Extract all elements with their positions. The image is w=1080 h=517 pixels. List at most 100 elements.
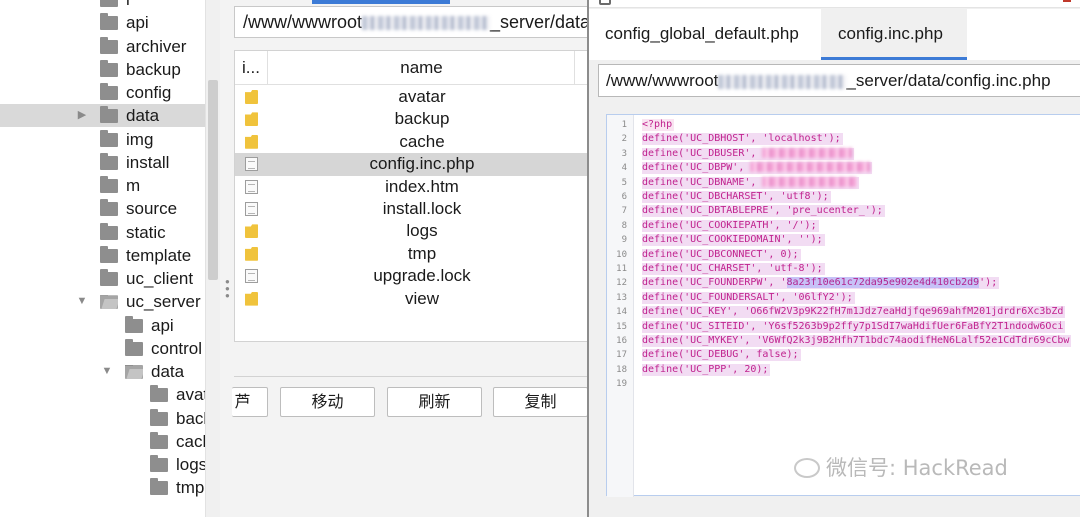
tree-item[interactable]: archiver [0,35,205,58]
code-line: define('UC_FOUNDERPW', '8a23f10e61c72da9… [642,277,1000,290]
file-row[interactable]: avatar [235,86,591,108]
selected-password-hash[interactable]: 8a23f10e61c72da95e902e4d410cb2d9 [786,277,980,289]
wechat-watermark: 微信号: HackRead [794,452,1008,482]
tree-item-label: tmp [176,478,205,498]
folder-open-icon [125,365,143,379]
file-row[interactable]: tmp [235,243,591,265]
code-text: <?php [642,119,673,130]
tree-item[interactable]: logs [0,453,207,476]
tree-item[interactable]: tmp [0,476,205,499]
file-name: view [404,288,439,308]
tree-item-label: backup [126,59,181,79]
tree-item[interactable]: bacl [0,407,207,430]
panel-splitter[interactable]: ● ● ● [220,0,234,517]
editor-path-field[interactable]: /www/wwwroot _server/data/config.inc.php [598,64,1080,97]
code-line: define('UC_PPP', 20); [642,363,771,376]
tree-scrollbar-thumb[interactable] [208,80,218,280]
folder-icon [100,36,118,54]
code-text: define('UC_DBPW', [642,162,751,174]
code-text: define('UC_SITEID', 'Y6sf5263b9p2ffy7p1S… [642,320,1064,332]
tab-config-global-default[interactable]: config_global_default.php [589,9,821,60]
file-row[interactable]: logs [235,220,591,242]
file-row[interactable]: install.lock [235,198,591,220]
folder-icon [100,13,118,31]
folder-icon [125,315,143,333]
tree-item-label: i [126,0,130,11]
refresh-button[interactable]: 刷新 [387,387,482,417]
line-number: 5 [621,177,627,188]
tree-item[interactable]: ▶ data [0,104,205,128]
column-header-icon[interactable]: i... [235,51,268,84]
tree-item[interactable]: static [0,221,205,244]
tree-item[interactable]: source [0,197,205,220]
tree-item-label: img [126,129,154,149]
file-row[interactable]: cache [235,131,591,153]
code-line: define('UC_DEBUG', false); [642,349,801,362]
tab-label: config.inc.php [838,24,943,43]
column-header-name[interactable]: name [269,51,575,84]
file-name: tmp [407,243,437,263]
tree-item[interactable]: install [0,151,205,174]
tab-config-inc[interactable]: config.inc.php [821,9,967,60]
tree-item[interactable]: cach [0,430,212,453]
chevron-down-icon[interactable]: ▼ [101,360,113,383]
tree-item[interactable]: api [0,314,205,337]
file-row[interactable]: index.htm [235,176,591,198]
code-line: define('UC_DBNAME', [642,176,860,189]
partial-button[interactable]: 芦 [232,387,268,417]
folder-icon [100,59,118,77]
code-editor[interactable]: 1 2 3 4 5 6 7 8 9 10 11 12 13 14 15 16 17 18 19 <?php defin… [606,114,1080,497]
tree-item-label: avat [176,385,209,405]
folder-open-icon [100,295,118,310]
move-button[interactable]: 移动 [280,387,375,417]
code-line: define('UC_MYKEY', 'V6WfQ2k3j9B2Hfh7T1bd… [642,335,1072,347]
line-number: 15 [616,321,627,332]
tree-item[interactable]: api [0,11,205,34]
code-text: define('UC_MYKEY', 'V6WfQ2k3j9B2Hfh7T1bd… [642,335,1070,346]
file-row[interactable]: backup [235,108,591,130]
code-text: define('UC_DBCONNECT', 0); [642,248,799,260]
tree-item[interactable]: ▼ uc_server [0,290,205,313]
tree-item[interactable]: template [0,244,205,267]
folder-icon [100,222,118,240]
refresh-button-label: 刷新 [418,392,451,411]
folder-icon [100,0,118,7]
tree-item[interactable]: config [0,81,205,104]
tree-item[interactable]: m [0,174,205,197]
tree-scrollbar[interactable] [205,0,220,517]
chevron-down-icon[interactable]: ▼ [76,290,88,313]
line-number: 7 [621,206,627,217]
folder-icon [150,431,168,449]
line-number: 14 [616,307,627,318]
redacted-path-segment [718,74,847,89]
tab-label: config_global_default.php [605,24,799,43]
current-path-field[interactable]: /www/wwwroot _server/data/ [234,6,590,38]
line-number: 1 [621,120,627,130]
line-number: 16 [616,336,627,346]
file-row[interactable]: view [235,288,591,310]
tree-item[interactable]: control [0,337,205,360]
file-row[interactable]: upgrade.lock [235,265,591,287]
code-line: define('UC_DBHOST', 'localhost'); [642,133,843,146]
folder-icon [100,106,118,124]
file-row[interactable]: config.inc.php [235,153,591,176]
tree-item[interactable]: uc_client [0,267,205,290]
code-line: define('UC_DBUSER', [642,147,855,160]
code-text: define('UC_FOUNDERSALT', '06lfY2'); [642,291,853,303]
tree-item[interactable]: avat [0,383,209,406]
chevron-right-icon[interactable]: ▶ [76,104,88,127]
tree-item[interactable]: img [0,128,205,151]
tree-item[interactable]: backup [0,58,205,81]
partial-button-label: 芦 [234,392,251,411]
tree-item-label: control [151,338,203,358]
file-name: cache [399,131,445,151]
code-line: <?php [642,119,675,131]
copy-button[interactable]: 复制 [493,387,588,417]
folder-icon [245,90,258,104]
tree-item[interactable]: i [0,0,205,11]
path-suffix: _server/data/ [490,12,590,32]
code-text: define('UC_CHARSET', 'utf-8'); [642,263,823,274]
close-icon[interactable] [1063,0,1071,2]
code-line: define('UC_DBCHARSET', 'utf8'); [642,191,831,203]
tree-item[interactable]: ▼ data [0,360,205,383]
